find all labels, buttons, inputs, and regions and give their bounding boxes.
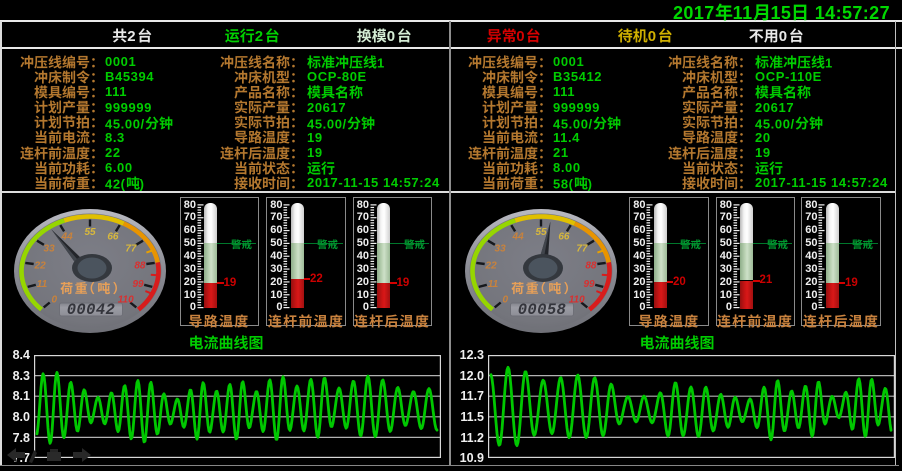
- svg-text:33: 33: [44, 243, 56, 254]
- svg-text:77: 77: [125, 243, 137, 254]
- svg-text:00042: 00042: [67, 301, 116, 319]
- svg-text:66: 66: [558, 231, 570, 242]
- svg-text:55: 55: [84, 227, 96, 238]
- svg-text:0: 0: [52, 295, 58, 306]
- svg-text:11: 11: [488, 279, 499, 290]
- svg-text:99: 99: [132, 279, 144, 290]
- svg-text:55: 55: [535, 227, 547, 238]
- svg-text:44: 44: [512, 231, 525, 242]
- svg-text:11: 11: [37, 279, 48, 290]
- svg-text:66: 66: [107, 231, 119, 242]
- svg-text:22: 22: [485, 260, 498, 271]
- svg-text:99: 99: [583, 279, 595, 290]
- svg-text:88: 88: [134, 260, 146, 271]
- svg-text:22: 22: [34, 260, 47, 271]
- svg-text:77: 77: [576, 243, 588, 254]
- svg-text:33: 33: [495, 243, 507, 254]
- svg-text:0: 0: [503, 295, 509, 306]
- svg-text:00058: 00058: [518, 301, 567, 319]
- svg-text:88: 88: [585, 260, 597, 271]
